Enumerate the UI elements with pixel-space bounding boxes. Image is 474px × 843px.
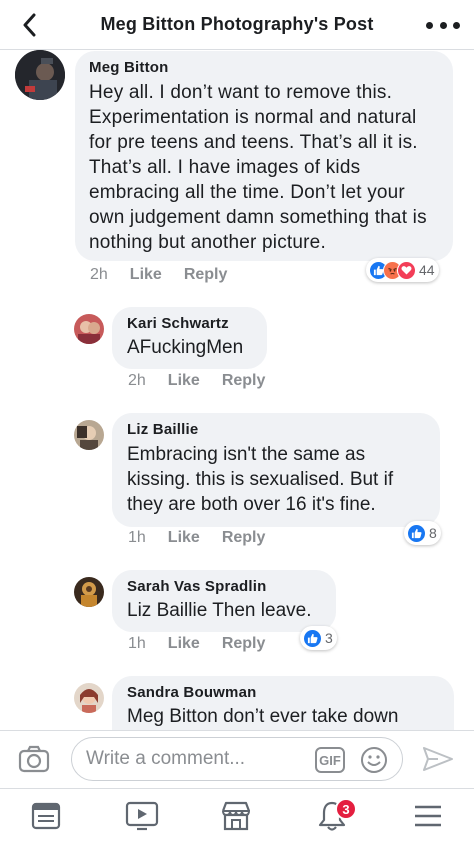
- comment-actions: 1h Like Reply: [128, 635, 265, 653]
- like-link[interactable]: Like: [130, 266, 162, 284]
- notification-badge: 3: [335, 798, 357, 820]
- reactions-summary[interactable]: 8: [404, 521, 441, 545]
- send-icon: [423, 747, 453, 771]
- watch-icon: [125, 801, 159, 831]
- nav-news-feed[interactable]: [28, 799, 64, 833]
- nav-marketplace[interactable]: [218, 799, 254, 833]
- profile-photo-icon: [74, 683, 104, 713]
- comment-actions: 1h Like Reply: [128, 529, 265, 547]
- profile-photo-icon: [74, 314, 104, 344]
- post-header: Meg Bitton Photography's Post: [0, 0, 474, 50]
- like-link[interactable]: Like: [168, 529, 200, 547]
- camera-icon: [18, 745, 50, 773]
- comment-author[interactable]: Kari Schwartz: [127, 315, 252, 332]
- news-feed-icon: [31, 802, 61, 830]
- comments-list: Meg Bitton Hey all. I don’t want to remo…: [0, 50, 474, 730]
- comment-author[interactable]: Meg Bitton: [89, 59, 439, 76]
- reply-link[interactable]: Reply: [184, 266, 228, 284]
- like-link[interactable]: Like: [168, 635, 200, 653]
- avatar[interactable]: [74, 314, 104, 344]
- avatar[interactable]: [74, 683, 104, 713]
- dot-icon: [439, 21, 447, 29]
- bottom-navigation: [0, 788, 474, 843]
- avatar[interactable]: [74, 420, 104, 450]
- comment-time[interactable]: 1h: [128, 635, 146, 653]
- comment-time[interactable]: 2h: [90, 266, 108, 284]
- comment-text: Meg Bitton don’t ever take down: [127, 706, 399, 727]
- comment-text: Liz Baillie Then leave.: [127, 600, 312, 621]
- like-icon: [407, 523, 426, 543]
- more-options-button[interactable]: [426, 12, 460, 38]
- comment-bubble[interactable]: Liz Baillie Embracing isn't the same as …: [112, 413, 440, 527]
- send-button[interactable]: [422, 745, 454, 778]
- comment-time[interactable]: 1h: [128, 529, 146, 547]
- comment-actions: 2h Like Reply: [128, 372, 265, 390]
- like-link[interactable]: Like: [168, 372, 200, 390]
- sticker-button[interactable]: [360, 746, 388, 779]
- comment-author[interactable]: Liz Baillie: [127, 421, 425, 438]
- comment-time[interactable]: 2h: [128, 372, 146, 390]
- love-icon: [397, 260, 416, 280]
- profile-photo-icon: [74, 577, 104, 607]
- comment-bubble[interactable]: Sarah Vas Spradlin Liz Baillie Then leav…: [112, 570, 336, 632]
- comment-input[interactable]: [86, 738, 306, 780]
- reaction-count: 8: [429, 525, 437, 541]
- reaction-count: 44: [419, 262, 435, 278]
- smiley-icon: [361, 747, 387, 773]
- comment-bubble[interactable]: Kari Schwartz AFuckingMen: [112, 307, 267, 369]
- reply-link[interactable]: Reply: [222, 635, 266, 653]
- gif-button[interactable]: GIF: [315, 747, 345, 773]
- comment-text: Embracing isn't the same as kissing. thi…: [127, 444, 394, 515]
- nav-watch[interactable]: [124, 799, 160, 833]
- avatar[interactable]: [15, 50, 65, 100]
- profile-photo-icon: [74, 420, 104, 450]
- comment-bubble[interactable]: Sandra Bouwman Meg Bitton don’t ever tak…: [112, 676, 454, 730]
- avatar[interactable]: [74, 577, 104, 607]
- dot-icon: [426, 21, 433, 29]
- comment-text: Hey all. I don’t want to remove this. Ex…: [89, 82, 427, 253]
- comment-composer: GIF: [0, 730, 474, 788]
- reactions-summary[interactable]: 3: [300, 626, 337, 650]
- reply-link[interactable]: Reply: [222, 529, 266, 547]
- camera-button[interactable]: [18, 745, 50, 778]
- reply-link[interactable]: Reply: [222, 372, 266, 390]
- comment-author[interactable]: Sandra Bouwman: [127, 684, 439, 701]
- dot-icon: [453, 21, 460, 29]
- profile-photo-icon: [15, 50, 65, 100]
- nav-menu[interactable]: [410, 799, 446, 833]
- comment-author[interactable]: Sarah Vas Spradlin: [127, 578, 321, 595]
- reactions-summary[interactable]: 44: [366, 258, 439, 282]
- comment-actions: 2h Like Reply: [90, 266, 227, 284]
- reaction-count: 3: [325, 630, 333, 646]
- page-title: Meg Bitton Photography's Post: [100, 14, 374, 34]
- comment-text: AFuckingMen: [127, 337, 244, 358]
- like-icon: [303, 628, 322, 648]
- comment-input-box[interactable]: GIF: [71, 737, 403, 781]
- marketplace-icon: [221, 801, 251, 831]
- menu-icon: [415, 805, 441, 827]
- comment-bubble[interactable]: Meg Bitton Hey all. I don’t want to remo…: [75, 51, 453, 261]
